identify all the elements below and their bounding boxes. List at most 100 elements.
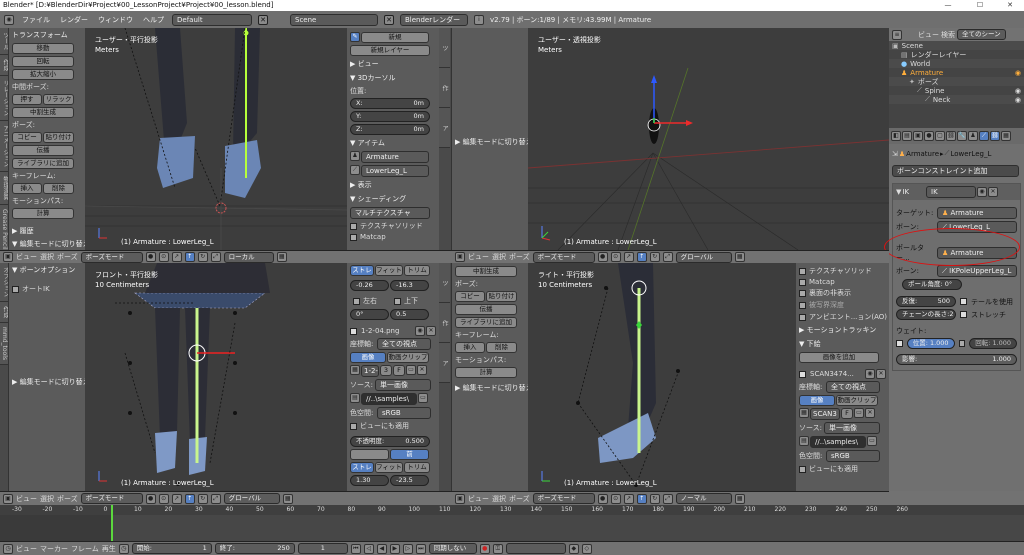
stretch-checkbox[interactable] [960, 311, 967, 318]
tr-select-menu[interactable]: 選択 [492, 252, 506, 262]
bl-orientation-select[interactable]: グローバル [223, 493, 280, 504]
outliner-row-renderlayer[interactable]: ▤ レンダーレイヤー [889, 50, 1024, 59]
bl-edit-mode-switch[interactable]: ▶ 編集モードに切り替え [9, 375, 85, 389]
tab-physics[interactable]: 物理演算 [0, 172, 8, 205]
timeline-playback-menu[interactable]: 再生 [102, 544, 116, 554]
outliner-row-scene[interactable]: ▣ Scene [889, 41, 1024, 50]
eye-icon[interactable]: ◉ [1015, 69, 1021, 77]
outliner-view-menu[interactable]: ビュー [918, 30, 939, 40]
br-path-field[interactable]: //..\samples\ [810, 436, 866, 448]
rotate-icon[interactable]: ↻ [649, 252, 660, 262]
layer-icon[interactable]: ▦ [734, 493, 745, 504]
br-image-file-field[interactable]: SCAN3 [810, 408, 840, 420]
br-mode-select[interactable]: ポーズモード [532, 493, 595, 504]
editor-type-icon[interactable]: ▣ [455, 493, 465, 504]
sync-mode-select[interactable]: 同期しない [428, 543, 477, 554]
br-insert-button[interactable]: 挿入 [455, 342, 485, 353]
menu-window[interactable]: ウィンドウ [96, 15, 135, 25]
iterations-field[interactable]: 反復: 500 [896, 296, 956, 307]
bl-image-tab[interactable]: 画像 [350, 352, 386, 363]
tab-animation[interactable]: アニメーション [0, 121, 8, 172]
br-paste-button[interactable]: 貼り付け [486, 291, 517, 302]
manipulator-icon[interactable]: ↗ [623, 493, 634, 504]
bl-fit-button[interactable]: フィット [375, 265, 403, 276]
rotate-icon[interactable]: ↻ [197, 252, 208, 262]
br-scan-checkbox[interactable] [799, 370, 806, 378]
bl-tab-create[interactable]: 作成 [0, 302, 8, 323]
menu-file[interactable]: ファイル [20, 15, 52, 25]
bl-fit2-button[interactable]: フィット [375, 462, 403, 473]
pack-icon[interactable]: ▤ [350, 393, 360, 403]
bl-stretch2-button[interactable]: ストレ [350, 462, 374, 473]
br-clip-tab[interactable]: 動画クリップ [836, 395, 878, 406]
tl-orientation-select[interactable]: ローカル [223, 251, 274, 263]
br-tab-3[interactable]: ア [439, 343, 450, 383]
timeline-frame-menu[interactable]: フレーム [71, 544, 99, 554]
target-field[interactable]: ♟ Armature [937, 207, 1017, 219]
br-folder-icon[interactable]: ▭ [854, 408, 864, 418]
timeline[interactable]: -30 -20 -10 0 10 20 30 40 50 60 70 80 90 100 110 120 130… [0, 505, 1024, 541]
manipulator-icon[interactable]: ↗ [623, 252, 634, 262]
tr-orientation-select[interactable]: グローバル [675, 251, 732, 263]
scene-tab-icon[interactable]: ▣ [913, 131, 923, 141]
br-source-select[interactable]: 単一画像 [824, 422, 880, 434]
delete-key-button[interactable]: 削除 [43, 183, 74, 194]
bl-image-view-icon[interactable]: ◉ [415, 326, 425, 336]
cursor-y-field[interactable]: Y: 0m [350, 111, 430, 122]
texture-tab-icon[interactable]: ▦ [1001, 131, 1011, 141]
rotate-icon[interactable]: ↻ [197, 493, 208, 504]
layer-icon[interactable]: ▦ [734, 252, 745, 262]
bl-image-checkbox[interactable] [350, 327, 357, 335]
tab-tools[interactable]: ツール [0, 28, 8, 55]
bl-front-toggle[interactable]: 前 [390, 449, 429, 460]
scale-icon[interactable]: ⤢ [662, 252, 673, 262]
manipulator-icon[interactable]: ↗ [171, 252, 182, 262]
layout-selector[interactable]: Default [172, 13, 252, 26]
play-icon[interactable]: ▶ [389, 543, 400, 554]
bl-fake-user-button[interactable]: F [393, 365, 405, 376]
influence-field[interactable]: 影響: 1.000 [896, 354, 1017, 365]
br-view-menu[interactable]: ビュー [468, 494, 489, 504]
pivot-icon[interactable]: ⊙ [610, 252, 621, 262]
push-button[interactable]: 押す [12, 94, 42, 105]
shading-section[interactable]: ▼ シェーディング [347, 192, 439, 206]
tab-grease-pencil[interactable]: Grease Pencil [0, 205, 8, 250]
translate-icon[interactable]: ↑ [636, 493, 647, 504]
editor-type-icon[interactable]: ▣ [3, 493, 13, 504]
cursor-section[interactable]: ▼ 3Dカーソル [347, 71, 439, 85]
br-pack-icon[interactable]: ▤ [799, 436, 809, 446]
outliner-row-armature[interactable]: ♟ Armature ◉ [889, 68, 1024, 77]
br-fake-user-button[interactable]: F [841, 408, 853, 419]
end-frame-field[interactable]: 終了: 250 [214, 543, 295, 554]
close-window-button[interactable]: ✕ [998, 0, 1022, 11]
render-tab-icon[interactable]: ◧ [891, 131, 901, 141]
matcap-toggle[interactable]: Matcap [347, 232, 439, 242]
br-orientation-select[interactable]: ノーマル [675, 493, 732, 504]
shading-mode-select[interactable]: マルチテクスチャ [350, 207, 430, 219]
timeline-view-menu[interactable]: ビュー [16, 544, 37, 554]
world-tab-icon[interactable]: ● [924, 131, 934, 141]
prev-key-icon[interactable]: ◁ [363, 543, 374, 554]
pivot-icon[interactable]: ⊙ [158, 493, 169, 504]
br-add-library-button[interactable]: ライブラリに追加 [455, 317, 517, 328]
delete-keyframe-icon[interactable]: ◇ [581, 543, 592, 554]
bl-offset-y-field[interactable]: -16.3 [390, 280, 429, 291]
bl-view-menu[interactable]: ビュー [16, 494, 37, 504]
breakdown-button[interactable]: 中割生成 [12, 107, 74, 118]
tr-tab-2[interactable]: 作 [439, 68, 450, 108]
auto-ik-toggle[interactable]: オートIK [9, 283, 85, 295]
bl-back-toggle[interactable] [350, 449, 389, 460]
add-library-button[interactable]: ライブラリに追加 [12, 158, 74, 169]
ik-name-field[interactable]: IK [926, 186, 977, 198]
bl-pose-menu[interactable]: ポーズ [57, 494, 78, 504]
start-frame-field[interactable]: 開始: 1 [131, 543, 212, 554]
constraint-tab-icon[interactable]: ⛓ [946, 131, 956, 141]
display-section[interactable]: ▶ 表示 [347, 178, 439, 192]
render-engine-selector[interactable]: Blenderレンダー [400, 13, 468, 26]
tr-edit-mode-switch[interactable]: ▶ 編集モードに切り替え [452, 135, 528, 149]
br-matcap-toggle[interactable]: Matcap [796, 277, 889, 287]
timeline-playhead[interactable] [111, 505, 113, 541]
scale-icon[interactable]: ⤢ [210, 252, 221, 262]
manipulator-icon[interactable]: ↗ [171, 493, 182, 504]
blender-logo-icon[interactable]: ◉ [4, 14, 14, 25]
